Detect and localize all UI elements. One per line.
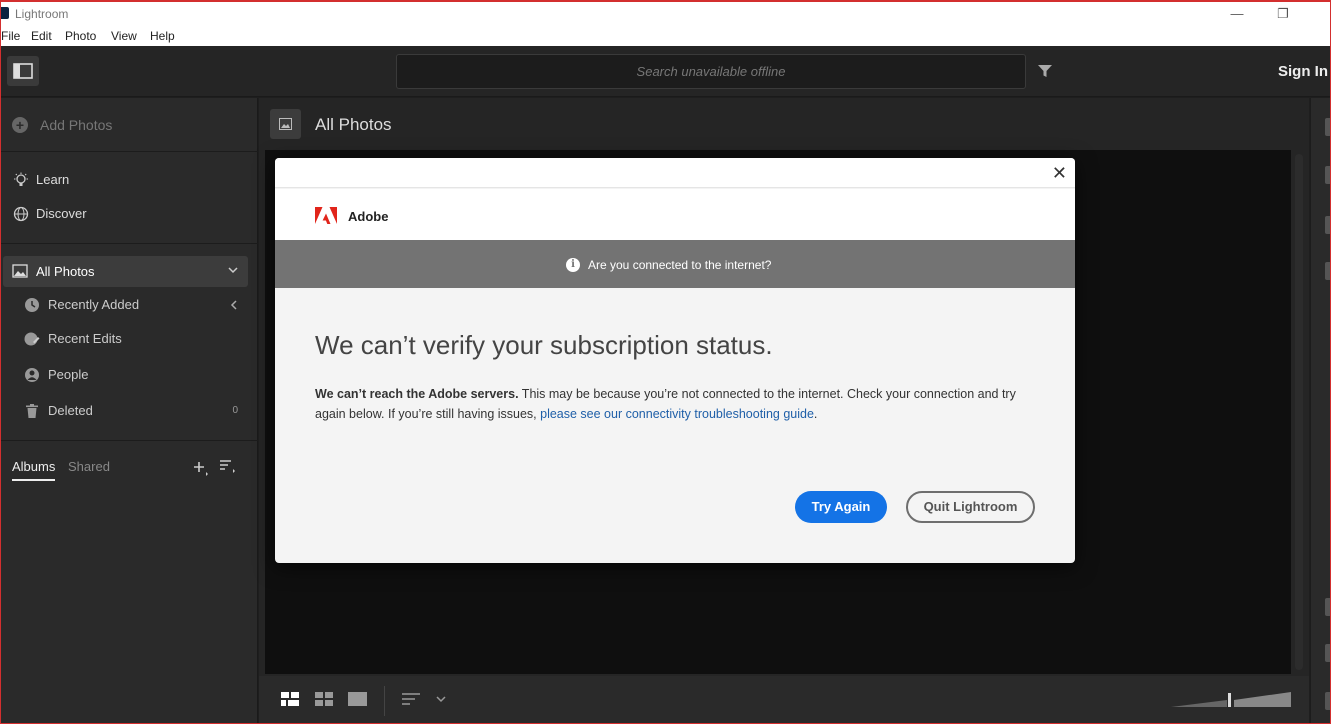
chevron-down-icon[interactable] — [436, 696, 446, 703]
title-bar: Lightroom — ❐ — [1, 2, 1330, 26]
bottom-toolbar — [259, 676, 1309, 723]
menu-view[interactable]: View — [111, 29, 137, 43]
menu-edit[interactable]: Edit — [31, 29, 52, 43]
add-album-icon[interactable] — [193, 461, 209, 477]
thumbnail-size-slider[interactable] — [1171, 690, 1291, 710]
message-bold: We can’t reach the Adobe servers. — [315, 387, 519, 401]
divider — [384, 686, 385, 716]
comment-icon[interactable] — [1325, 598, 1330, 616]
plus-circle-icon: + — [12, 117, 28, 133]
sidebar-label-discover: Discover — [36, 206, 87, 221]
tab-albums[interactable]: Albums — [12, 459, 56, 481]
sort-icon[interactable] — [401, 692, 421, 706]
sidebar-label-all-photos: All Photos — [36, 264, 95, 279]
clock-icon — [25, 298, 39, 312]
troubleshooting-link[interactable]: please see our connectivity troubleshoot… — [540, 407, 814, 421]
sidebar-label-people: People — [48, 367, 89, 382]
divider — [1, 440, 258, 441]
globe-icon — [13, 206, 29, 222]
sidebar-item-discover[interactable]: Discover — [1, 199, 258, 229]
add-photos-label: Add Photos — [40, 117, 113, 133]
person-icon — [25, 368, 39, 382]
sidebar-item-recent-edits[interactable]: Recent Edits — [1, 324, 258, 354]
sidebar-item-people[interactable]: People — [1, 360, 258, 390]
tab-shared[interactable]: Shared — [68, 459, 110, 474]
detail-view-icon[interactable] — [348, 692, 367, 706]
info-icon[interactable] — [1325, 692, 1330, 710]
window-title: Lightroom — [15, 7, 69, 21]
add-photos-button[interactable]: + Add Photos — [1, 98, 258, 152]
sidebar-label-deleted: Deleted — [48, 403, 93, 418]
divider — [1, 243, 258, 244]
adobe-brand-name: Adobe — [348, 209, 389, 224]
chevron-left-icon[interactable] — [230, 300, 237, 310]
info-icon: i — [566, 258, 580, 272]
top-toolbar: Search unavailable offline Sign In — [1, 46, 1330, 97]
keyword-icon[interactable] — [1325, 644, 1330, 662]
minimize-button[interactable]: — — [1214, 4, 1260, 24]
sort-icon[interactable] — [219, 459, 237, 473]
sidebar-toggle-icon — [13, 63, 33, 79]
grid-view-icon[interactable] — [315, 692, 333, 706]
close-icon[interactable]: ✕ — [1052, 164, 1067, 182]
message-end: . — [813, 407, 818, 421]
menu-file[interactable]: File — [1, 29, 20, 43]
app-window: Lightroom — ❐ File Edit Photo View Help … — [0, 0, 1331, 724]
edit-panel-icon[interactable] — [1325, 118, 1330, 136]
scrollbar[interactable] — [1295, 154, 1303, 670]
menu-photo[interactable]: Photo — [65, 29, 96, 43]
chevron-down-icon[interactable] — [228, 267, 238, 274]
sidebar-item-recently-added[interactable]: Recently Added — [1, 290, 258, 320]
crop-icon[interactable] — [1325, 166, 1330, 184]
menu-help[interactable]: Help — [150, 29, 175, 43]
image-icon — [279, 118, 292, 130]
menu-bar: File Edit Photo View Help — [1, 26, 1330, 46]
filter-icon[interactable] — [1037, 64, 1053, 78]
panel-toggle-button[interactable] — [7, 56, 39, 86]
dialog-brand-bar: Adobe — [275, 189, 1075, 240]
sidebar-item-learn[interactable]: Learn — [1, 165, 258, 195]
left-sidebar: + Add Photos Learn Discover All Photos R… — [1, 98, 258, 723]
subscription-dialog: ✕ Adobe i Are you connected to the inter… — [275, 158, 1075, 563]
albums-tabs: Albums Shared — [1, 456, 258, 488]
banner-text: Are you connected to the internet? — [588, 258, 772, 272]
page-title: All Photos — [315, 115, 392, 134]
connection-banner: i Are you connected to the internet? — [275, 240, 1075, 288]
adobe-logo-icon — [315, 207, 337, 224]
dialog-heading: We can’t verify your subscription status… — [315, 330, 773, 360]
sign-in-button[interactable]: Sign In — [1278, 63, 1328, 80]
right-panel-strip — [1310, 98, 1330, 723]
photo-view-button[interactable] — [270, 109, 301, 139]
deleted-count: 0 — [232, 405, 238, 416]
lightbulb-icon — [14, 172, 28, 186]
sidebar-label-recently-added: Recently Added — [48, 297, 140, 312]
maximize-button[interactable]: ❐ — [1260, 4, 1306, 24]
search-input[interactable]: Search unavailable offline — [396, 54, 1026, 89]
sidebar-label-learn: Learn — [36, 172, 70, 187]
square-grid-view-icon[interactable] — [281, 692, 299, 706]
edit-history-icon — [24, 332, 40, 346]
try-again-button[interactable]: Try Again — [795, 491, 887, 523]
masking-icon[interactable] — [1325, 262, 1330, 280]
sidebar-label-recent-edits: Recent Edits — [48, 331, 122, 346]
dialog-header: ✕ — [275, 158, 1075, 188]
lightroom-app-icon — [1, 7, 9, 19]
dialog-message: We can’t reach the Adobe servers. This m… — [315, 384, 1030, 424]
sidebar-item-all-photos[interactable]: All Photos — [3, 256, 248, 287]
healing-icon[interactable] — [1325, 216, 1330, 234]
photo-icon — [12, 264, 28, 278]
sidebar-item-deleted[interactable]: Deleted 0 — [1, 396, 258, 426]
trash-icon — [26, 404, 38, 418]
quit-lightroom-button[interactable]: Quit Lightroom — [906, 491, 1035, 523]
